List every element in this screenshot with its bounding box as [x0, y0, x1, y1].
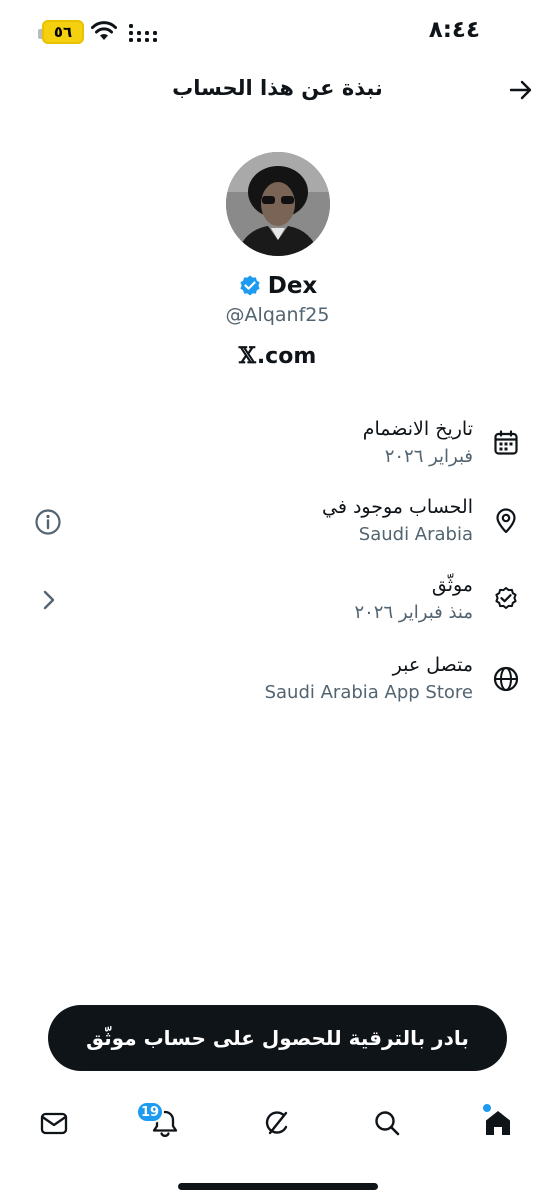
display-name: Dex — [267, 273, 318, 299]
calendar-icon — [494, 430, 518, 455]
location-title: الحساب موجود في — [322, 496, 473, 518]
home-icon — [486, 1111, 510, 1135]
battery-nub — [38, 29, 42, 39]
info-icon[interactable] — [34, 508, 62, 536]
globe-icon — [493, 666, 519, 692]
verified-value: منذ فبراير ٢٠٢٦ — [354, 602, 473, 623]
search-icon — [375, 1111, 400, 1136]
location-pin-icon — [496, 508, 516, 534]
status-time: ٨:٤٤ — [428, 17, 480, 43]
info-row-verified[interactable]: موثّق منذ فبراير ٢٠٢٦ — [0, 568, 555, 638]
connected-via-value: Saudi Arabia App Store — [264, 682, 473, 703]
header: نبذة عن هذا الحساب — [0, 64, 555, 116]
back-button[interactable] — [505, 74, 537, 106]
verified-badge-icon[interactable] — [238, 274, 262, 298]
website-suffix: .com — [256, 343, 317, 369]
messages-icon — [40, 1112, 68, 1135]
location-value: Saudi Arabia — [358, 524, 473, 545]
avatar[interactable] — [226, 152, 330, 256]
handle: @Alqanf25 — [225, 304, 330, 326]
notifications-badge: 19 — [136, 1101, 165, 1123]
profile-name-row: Dex — [0, 273, 555, 299]
connected-via-title: متصل عبر — [392, 654, 473, 676]
signal-icon — [129, 24, 157, 42]
upgrade-button[interactable]: بادر بالترقية للحصول على حساب موثّق — [48, 1005, 507, 1071]
status-bar: ٨:٤٤ ٥٦ — [0, 0, 555, 64]
grok-icon — [265, 1111, 288, 1135]
verified-title: موثّق — [431, 574, 473, 596]
home-indicator[interactable] — [178, 1183, 378, 1190]
info-row-connected-via: متصل عبر Saudi Arabia App Store — [0, 646, 555, 716]
arrow-back-icon — [509, 80, 532, 100]
battery-level: ٥٦ — [53, 23, 73, 41]
chevron-icon[interactable] — [34, 586, 62, 614]
join-date-value: فبراير ٢٠٢٦ — [384, 446, 473, 467]
avatar-photo — [226, 152, 330, 256]
info-row-join-date: تاريخ الانضمام فبراير ٢٠٢٦ — [0, 412, 555, 482]
verified-check-icon — [495, 587, 517, 609]
bottom-nav: 19 — [0, 1090, 555, 1160]
join-date-title: تاريخ الانضمام — [362, 418, 473, 440]
battery-icon: ٥٦ — [38, 20, 84, 44]
nav-search[interactable] — [370, 1106, 404, 1140]
wifi-icon — [91, 21, 117, 40]
page-title: نبذة عن هذا الحساب — [172, 76, 383, 100]
home-unread-dot — [483, 1104, 491, 1112]
info-row-location: الحساب موجود في Saudi Arabia — [0, 490, 555, 560]
x-logo-icon: 𝕏 — [238, 343, 256, 369]
website-link[interactable]: 𝕏 .com — [0, 343, 555, 369]
nav-messages[interactable] — [37, 1106, 71, 1140]
nav-grok[interactable] — [260, 1106, 294, 1140]
